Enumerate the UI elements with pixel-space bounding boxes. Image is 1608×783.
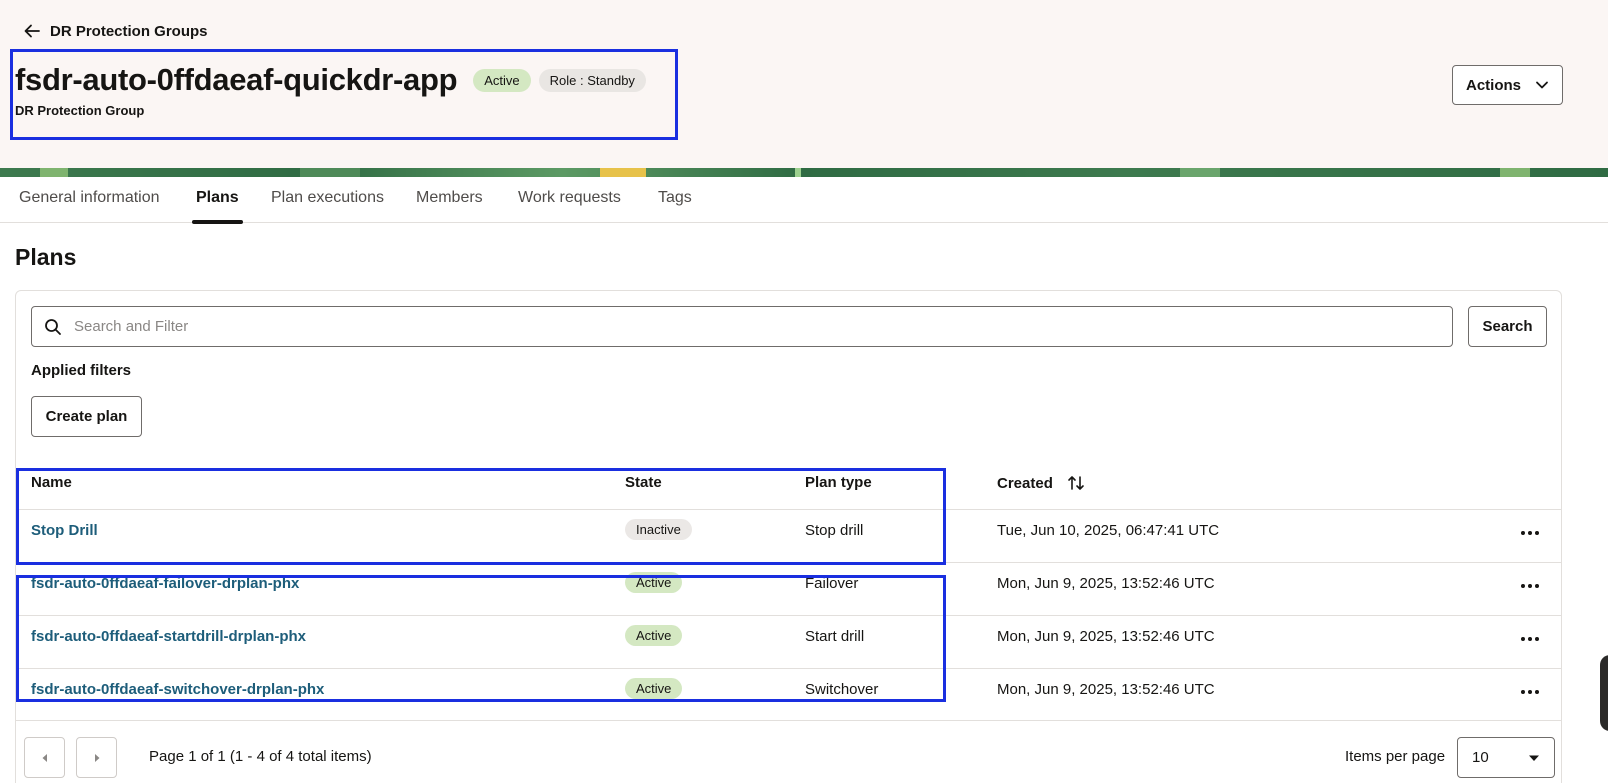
arrow-left-icon xyxy=(24,24,40,38)
status-badge: Active xyxy=(473,68,531,92)
sort-icon[interactable] xyxy=(1067,474,1085,492)
tab-plan-executions[interactable]: Plan executions xyxy=(271,177,384,223)
plan-name-link[interactable]: Stop Drill xyxy=(31,522,98,539)
plan-type-cell: Failover xyxy=(805,575,859,592)
page-header: DR Protection Groups fsdr-auto-0ffdaeaf-… xyxy=(0,0,1608,168)
search-input-container[interactable] xyxy=(31,306,1453,347)
plan-name-link[interactable]: fsdr-auto-0ffdaeaf-switchover-drplan-phx xyxy=(31,681,324,698)
caret-left-icon xyxy=(42,753,47,762)
tab-members[interactable]: Members xyxy=(416,177,483,223)
plan-name-link[interactable]: fsdr-auto-0ffdaeaf-startdrill-drplan-phx xyxy=(31,628,306,645)
created-cell: Tue, Jun 10, 2025, 06:47:41 UTC xyxy=(997,522,1220,539)
applied-filters-label: Applied filters xyxy=(31,362,132,379)
items-per-page-select[interactable]: 10 xyxy=(1457,737,1555,778)
items-per-page-label: Items per page xyxy=(1345,748,1446,765)
state-cell: Active xyxy=(625,625,683,646)
state-badge: Inactive xyxy=(625,519,692,540)
search-input[interactable] xyxy=(74,318,1452,335)
page-subtitle: DR Protection Group xyxy=(15,103,145,118)
state-badge: Active xyxy=(625,625,683,646)
state-cell: Active xyxy=(625,572,683,593)
tab-plans[interactable]: Plans xyxy=(192,177,243,224)
chevron-down-icon xyxy=(1536,81,1548,89)
previous-page-button[interactable] xyxy=(24,737,65,778)
plan-type-cell: Switchover xyxy=(805,681,879,698)
search-button[interactable]: Search xyxy=(1468,306,1547,347)
column-header-state: State xyxy=(625,474,662,491)
column-header-created-label: Created xyxy=(997,474,1053,492)
created-cell: Mon, Jun 9, 2025, 13:52:46 UTC xyxy=(997,628,1215,645)
created-cell: Mon, Jun 9, 2025, 13:52:46 UTC xyxy=(997,681,1215,698)
next-page-button[interactable] xyxy=(76,737,117,778)
row-divider xyxy=(16,509,1562,510)
row-actions-icon[interactable] xyxy=(1518,682,1542,702)
row-actions-icon[interactable] xyxy=(1518,629,1542,649)
tab-bar: General information Plans Plan execution… xyxy=(0,177,1608,224)
row-divider xyxy=(16,615,1562,616)
row-actions-icon[interactable] xyxy=(1518,523,1542,543)
state-cell: Active xyxy=(625,678,683,699)
plan-type-cell: Start drill xyxy=(805,628,865,645)
actions-menu-button[interactable]: Actions xyxy=(1452,65,1563,105)
caret-down-icon xyxy=(1529,755,1539,761)
create-plan-button[interactable]: Create plan xyxy=(31,396,142,437)
items-per-page-value: 10 xyxy=(1472,749,1489,766)
tab-general-information[interactable]: General information xyxy=(19,177,160,223)
row-divider xyxy=(16,562,1562,563)
row-actions-icon[interactable] xyxy=(1518,576,1542,596)
tab-work-requests[interactable]: Work requests xyxy=(518,177,621,223)
pagination-summary: Page 1 of 1 (1 - 4 of 4 total items) xyxy=(149,748,372,765)
decorative-banner xyxy=(0,168,1608,177)
column-header-plan-type: Plan type xyxy=(805,474,872,491)
caret-right-icon xyxy=(94,753,99,762)
state-cell: Inactive xyxy=(625,519,692,540)
row-divider xyxy=(16,668,1562,669)
created-cell: Mon, Jun 9, 2025, 13:52:46 UTC xyxy=(997,575,1215,592)
column-header-created: Created xyxy=(997,474,1085,492)
actions-label: Actions xyxy=(1465,76,1521,94)
tab-tags[interactable]: Tags xyxy=(658,177,692,223)
plans-panel xyxy=(15,290,1562,783)
section-title: Plans xyxy=(15,244,77,270)
title-row: fsdr-auto-0ffdaeaf-quickdr-app Active Ro… xyxy=(15,62,646,98)
back-link-label: DR Protection Groups xyxy=(50,22,208,40)
search-icon xyxy=(45,318,61,335)
back-to-dr-protection-groups-link[interactable]: DR Protection Groups xyxy=(22,21,208,41)
role-badge: Role : Standby xyxy=(538,68,646,92)
column-header-name: Name xyxy=(31,474,72,491)
row-divider xyxy=(16,720,1562,721)
plan-type-cell: Stop drill xyxy=(805,522,864,539)
state-badge: Active xyxy=(625,572,683,593)
page-title: fsdr-auto-0ffdaeaf-quickdr-app xyxy=(15,62,458,97)
side-panel-handle[interactable] xyxy=(1600,655,1608,731)
plan-name-link[interactable]: fsdr-auto-0ffdaeaf-failover-drplan-phx xyxy=(31,575,299,592)
state-badge: Active xyxy=(625,678,683,699)
